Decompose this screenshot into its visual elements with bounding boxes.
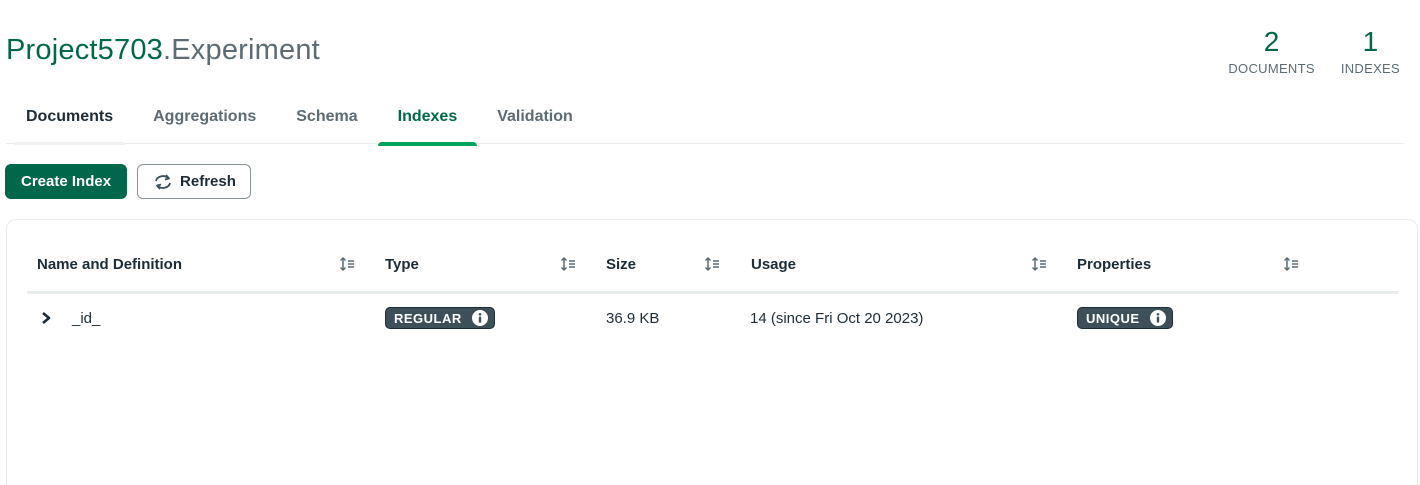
- chevron-right-icon[interactable]: [39, 309, 53, 327]
- type-badge: REGULAR: [385, 307, 495, 329]
- tab-schema[interactable]: Schema: [276, 96, 377, 144]
- indexes-table-card: Name and Definition Type Size Usage Prop…: [6, 219, 1418, 485]
- create-index-button[interactable]: Create Index: [5, 164, 128, 199]
- tab-aggregations[interactable]: Aggregations: [133, 96, 276, 144]
- sort-icon[interactable]: [1031, 256, 1047, 272]
- tab-indexes[interactable]: Indexes: [377, 96, 478, 146]
- sort-icon[interactable]: [339, 256, 355, 272]
- sort-icon[interactable]: [704, 256, 720, 272]
- indexes-label: INDEXES: [1340, 61, 1400, 76]
- properties-badge: UNIQUE: [1077, 307, 1173, 329]
- documents-label: DOCUMENTS: [1228, 61, 1315, 76]
- properties-badge-label: UNIQUE: [1086, 310, 1140, 326]
- column-type: Type: [385, 256, 419, 273]
- table-header: Name and Definition Type Size Usage Prop…: [27, 254, 1398, 294]
- info-icon[interactable]: [1149, 310, 1166, 326]
- refresh-button[interactable]: Refresh: [137, 164, 251, 199]
- separator: .: [162, 34, 172, 66]
- collection-stats: 2 DOCUMENTS 1 INDEXES: [1228, 26, 1400, 76]
- info-icon[interactable]: [471, 310, 488, 326]
- collection-title: Project5703.Experiment: [6, 34, 320, 67]
- sort-icon[interactable]: [1283, 256, 1299, 272]
- column-size: Size: [606, 256, 637, 273]
- index-usage: 14 (since Fri Oct 20 2023): [750, 310, 924, 327]
- index-toolbar: Create Index Refresh: [5, 164, 251, 199]
- column-usage: Usage: [751, 256, 797, 273]
- sort-icon[interactable]: [560, 256, 576, 272]
- column-name-and-definition: Name and Definition: [37, 256, 183, 273]
- documents-count: 2: [1263, 26, 1280, 57]
- refresh-icon: [152, 173, 174, 191]
- tab-validation[interactable]: Validation: [477, 96, 593, 144]
- indexes-count: 1: [1362, 26, 1379, 57]
- documents-stat: 2 DOCUMENTS: [1228, 26, 1314, 76]
- index-name: _id_: [72, 310, 101, 327]
- indexes-stat: 1 INDEXES: [1341, 26, 1400, 76]
- collection-tabs: Documents Aggregations Schema Indexes Va…: [6, 96, 1404, 146]
- database-name: Project5703: [6, 34, 163, 66]
- tab-documents[interactable]: Documents: [6, 96, 133, 145]
- column-properties: Properties: [1077, 256, 1152, 273]
- collection-name: Experiment: [171, 34, 320, 66]
- refresh-label: Refresh: [180, 173, 236, 190]
- type-badge-label: REGULAR: [394, 310, 462, 326]
- index-size: 36.9 KB: [606, 310, 660, 327]
- table-row[interactable]: _id_ REGULAR 36.9 KB 14 (since Fri Oct 2…: [27, 296, 1398, 342]
- create-index-label: Create Index: [21, 173, 112, 190]
